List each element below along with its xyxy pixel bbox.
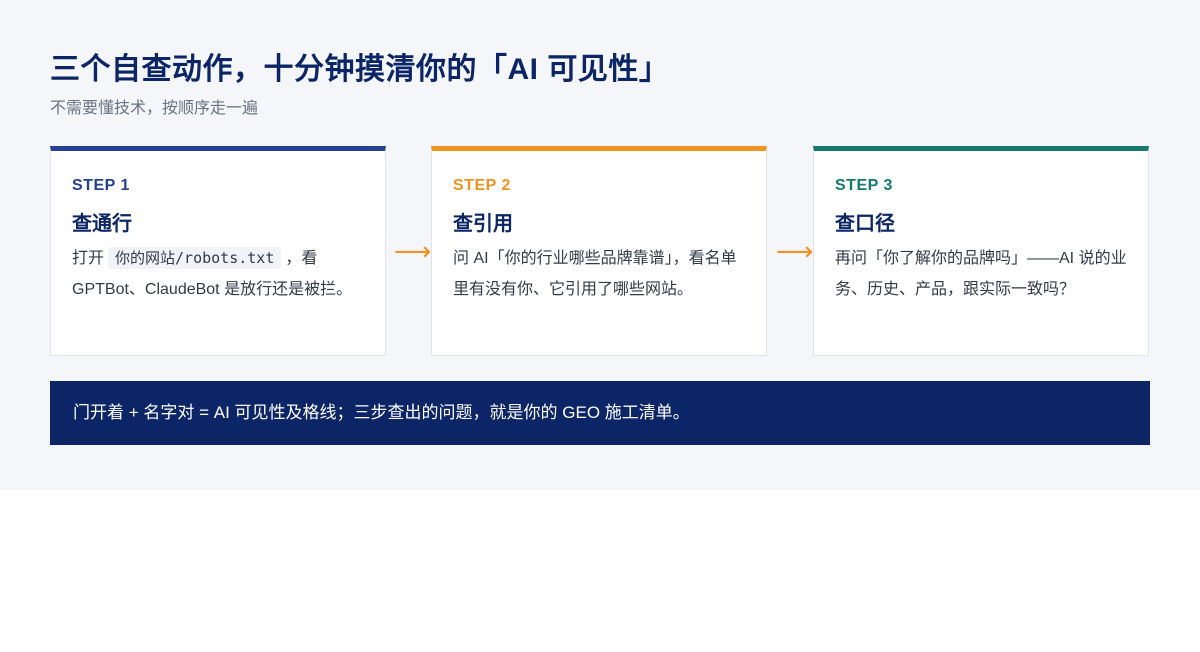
step-card-3: STEP 3 查口径 再问「你了解你的品牌吗」——AI 说的业务、历史、产品，跟… (813, 146, 1149, 356)
step-body-text: 打开 (72, 250, 105, 267)
step-label: STEP 2 (453, 177, 511, 194)
arrow-right-icon: ⟶ (776, 236, 814, 266)
step-label: STEP 3 (835, 177, 893, 194)
step-card-1: STEP 1 查通行 打开 你的网站/robots.txt ，看 GPTBot、Cl… (50, 146, 386, 356)
page-title: 三个自查动作，十分钟摸清你的「AI 可见性」 (50, 53, 670, 86)
step-label: STEP 1 (72, 177, 130, 194)
arrow-right-icon: ⟶ (394, 236, 432, 266)
step-body: 再问「你了解你的品牌吗」——AI 说的业务、历史、产品，跟实际一致吗？ (835, 250, 1127, 298)
page-subtitle: 不需要懂技术，按顺序走一遍 (50, 100, 259, 117)
step-card-2: STEP 2 查引用 问 AI「你的行业哪些品牌靠谱」，看名单里有没有你、它引用… (431, 146, 767, 356)
step-title: 查通行 (72, 213, 132, 235)
summary-banner: 门开着 + 名字对 = AI 可见性及格线；三步查出的问题，就是你的 GEO 施… (50, 381, 1150, 445)
robots-path-code: 你的网站/robots.txt (108, 247, 282, 269)
step-title: 查口径 (835, 213, 895, 235)
content-panel: 三个自查动作，十分钟摸清你的「AI 可见性」 不需要懂技术，按顺序走一遍 STE… (0, 0, 1200, 490)
step-body: 问 AI「你的行业哪些品牌靠谱」，看名单里有没有你、它引用了哪些网站。 (453, 250, 737, 298)
step-body: 打开 你的网站/robots.txt ，看 GPTBot、ClaudeBot 是放行… (72, 243, 367, 305)
step-title: 查引用 (453, 213, 513, 235)
